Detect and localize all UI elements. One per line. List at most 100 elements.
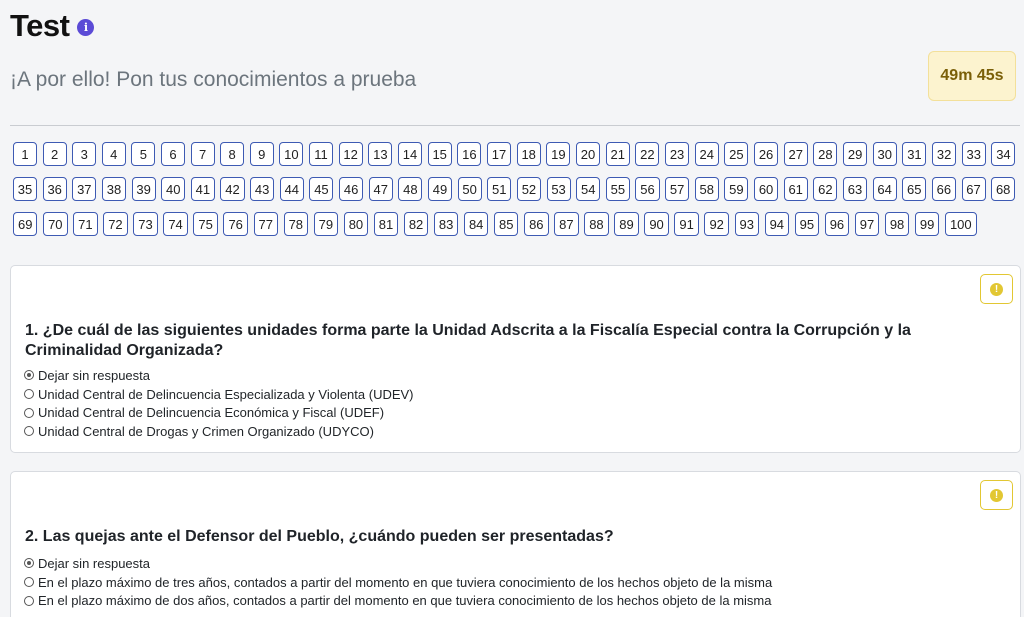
question-nav-button[interactable]: 90: [644, 212, 669, 236]
question-nav-button[interactable]: 82: [403, 212, 429, 236]
radio-button[interactable]: [24, 389, 34, 400]
question-nav-button[interactable]: 51: [487, 177, 512, 201]
answer-option[interactable]: Unidad Central de Delincuencia Económica…: [24, 403, 414, 422]
question-nav-button[interactable]: 56: [635, 177, 660, 201]
question-nav-button[interactable]: 84: [463, 212, 489, 236]
question-nav-button[interactable]: 55: [605, 177, 630, 201]
question-nav-button[interactable]: 53: [546, 177, 571, 201]
question-nav-button[interactable]: 3: [72, 142, 97, 166]
question-nav-button[interactable]: 5: [131, 142, 156, 166]
question-nav-button[interactable]: 97: [854, 212, 880, 236]
question-nav-button[interactable]: 61: [783, 177, 808, 201]
question-nav-button[interactable]: 27: [783, 142, 808, 166]
answer-option[interactable]: Unidad Central de Delincuencia Especiali…: [24, 385, 414, 404]
question-nav-button[interactable]: 91: [674, 212, 699, 236]
question-nav-button[interactable]: 66: [931, 177, 956, 201]
radio-button[interactable]: [24, 558, 34, 569]
question-nav-button[interactable]: 89: [614, 212, 639, 236]
question-nav-button[interactable]: 29: [843, 142, 868, 166]
question-nav-button[interactable]: 33: [961, 142, 986, 166]
question-nav-button[interactable]: 75: [193, 212, 218, 236]
question-nav-button[interactable]: 34: [991, 142, 1016, 166]
question-nav-button[interactable]: 6: [160, 142, 185, 166]
question-nav-button[interactable]: 77: [253, 212, 278, 236]
question-nav-button[interactable]: 59: [724, 177, 749, 201]
question-nav-button[interactable]: 14: [397, 142, 423, 166]
question-nav-button[interactable]: 10: [279, 142, 304, 166]
question-nav-button[interactable]: 37: [72, 177, 97, 201]
question-nav-button[interactable]: 12: [338, 142, 363, 166]
radio-button[interactable]: [24, 407, 34, 418]
question-nav-button[interactable]: 20: [575, 142, 601, 166]
question-nav-button[interactable]: 83: [433, 212, 459, 236]
question-nav-button[interactable]: 63: [842, 177, 867, 201]
question-nav-button[interactable]: 79: [313, 212, 339, 236]
radio-button[interactable]: [24, 577, 34, 588]
question-nav-button[interactable]: 87: [554, 212, 579, 236]
question-nav-button[interactable]: 67: [961, 177, 986, 201]
question-nav-button[interactable]: 80: [343, 212, 369, 236]
question-nav-button[interactable]: 92: [704, 212, 729, 236]
question-nav-button[interactable]: 48: [398, 177, 423, 201]
question-nav-button[interactable]: 69: [13, 212, 38, 236]
question-nav-button[interactable]: 93: [734, 212, 759, 236]
question-nav-button[interactable]: 95: [794, 212, 820, 236]
question-nav-button[interactable]: 2: [42, 142, 67, 166]
question-nav-button[interactable]: 31: [902, 142, 927, 166]
radio-button[interactable]: [24, 595, 34, 606]
question-nav-button[interactable]: 24: [694, 142, 719, 166]
question-nav-button[interactable]: 50: [457, 177, 482, 201]
question-nav-button[interactable]: 71: [73, 212, 98, 236]
question-nav-button[interactable]: 32: [932, 142, 957, 166]
question-nav-button[interactable]: 74: [163, 212, 188, 236]
flag-question-button[interactable]: !: [980, 274, 1013, 304]
question-nav-button[interactable]: 64: [872, 177, 897, 201]
question-nav-button[interactable]: 44: [279, 177, 304, 201]
question-nav-button[interactable]: 45: [309, 177, 334, 201]
question-nav-button[interactable]: 18: [516, 142, 541, 166]
answer-option[interactable]: En el plazo máximo de dos años, contados…: [24, 591, 772, 610]
question-nav-button[interactable]: 88: [584, 212, 609, 236]
question-nav-button[interactable]: 73: [133, 212, 158, 236]
answer-option[interactable]: Dejar sin respuesta: [24, 554, 772, 573]
question-nav-button[interactable]: 35: [13, 177, 38, 201]
question-nav-button[interactable]: 21: [605, 142, 630, 166]
question-nav-button[interactable]: 99: [914, 212, 940, 236]
question-nav-button[interactable]: 81: [373, 212, 399, 236]
question-nav-button[interactable]: 40: [161, 177, 186, 201]
question-nav-button[interactable]: 100: [944, 212, 977, 236]
answer-option[interactable]: Unidad Central de Drogas y Crimen Organi…: [24, 422, 414, 441]
question-nav-button[interactable]: 9: [249, 142, 274, 166]
question-nav-button[interactable]: 7: [190, 142, 215, 166]
question-nav-button[interactable]: 39: [131, 177, 156, 201]
radio-button[interactable]: [24, 370, 34, 381]
question-nav-button[interactable]: 49: [427, 177, 453, 201]
radio-button[interactable]: [24, 426, 34, 437]
question-nav-button[interactable]: 60: [754, 177, 779, 201]
question-nav-button[interactable]: 38: [101, 177, 126, 201]
question-nav-button[interactable]: 1: [13, 142, 37, 166]
question-nav-button[interactable]: 28: [813, 142, 838, 166]
question-nav-button[interactable]: 86: [524, 212, 549, 236]
question-nav-button[interactable]: 16: [457, 142, 482, 166]
question-nav-button[interactable]: 11: [309, 142, 334, 166]
question-nav-button[interactable]: 15: [427, 142, 452, 166]
question-nav-button[interactable]: 54: [576, 177, 601, 201]
question-nav-button[interactable]: 42: [220, 177, 245, 201]
question-nav-button[interactable]: 52: [516, 177, 541, 201]
question-nav-button[interactable]: 85: [494, 212, 519, 236]
question-nav-button[interactable]: 13: [368, 142, 393, 166]
question-nav-button[interactable]: 19: [546, 142, 571, 166]
question-nav-button[interactable]: 41: [190, 177, 215, 201]
question-nav-button[interactable]: 25: [724, 142, 749, 166]
question-nav-button[interactable]: 70: [43, 212, 68, 236]
question-nav-button[interactable]: 43: [250, 177, 275, 201]
question-nav-button[interactable]: 46: [339, 177, 364, 201]
question-nav-button[interactable]: 94: [764, 212, 790, 236]
question-nav-button[interactable]: 8: [220, 142, 245, 166]
flag-question-button[interactable]: !: [980, 480, 1013, 510]
answer-option[interactable]: Dejar sin respuesta: [24, 366, 414, 385]
question-nav-button[interactable]: 47: [368, 177, 393, 201]
question-nav-button[interactable]: 58: [694, 177, 719, 201]
question-nav-button[interactable]: 57: [665, 177, 690, 201]
